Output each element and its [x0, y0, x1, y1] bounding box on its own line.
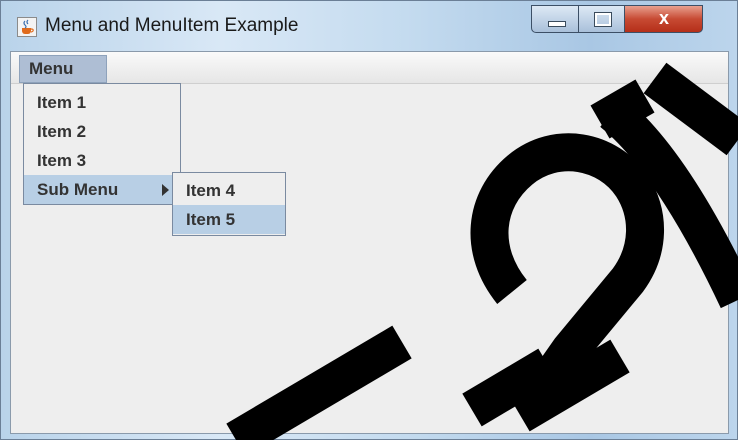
menu-item-3[interactable]: Item 3: [24, 146, 180, 175]
close-button[interactable]: x: [625, 5, 703, 33]
menu-item-5[interactable]: Item 5: [173, 205, 285, 234]
menu-item-2[interactable]: Item 2: [24, 117, 180, 146]
window-frame: Menu and MenuItem Example x Menu Item 1 …: [0, 0, 738, 440]
menu-button[interactable]: Menu: [19, 55, 107, 83]
menu-bar: Menu: [11, 52, 728, 84]
sub-menu-label: Sub Menu: [37, 180, 119, 199]
menu-popup: Item 1 Item 2 Item 3 Sub Menu: [23, 83, 181, 205]
java-cup-icon[interactable]: [17, 17, 37, 37]
menu-item-1[interactable]: Item 1: [24, 88, 180, 117]
sub-menu-popup: Item 4 Item 5: [172, 172, 286, 236]
chevron-right-icon: [162, 184, 169, 196]
close-icon: x: [658, 8, 669, 28]
minimize-button[interactable]: [531, 5, 579, 33]
window-controls: x: [531, 5, 703, 33]
window-title: Menu and MenuItem Example: [45, 15, 299, 36]
sub-menu-item[interactable]: Sub Menu: [24, 175, 180, 204]
maximize-button[interactable]: [579, 5, 625, 33]
title-bar[interactable]: Menu and MenuItem Example x: [1, 1, 738, 45]
menu-item-4[interactable]: Item 4: [173, 176, 285, 205]
